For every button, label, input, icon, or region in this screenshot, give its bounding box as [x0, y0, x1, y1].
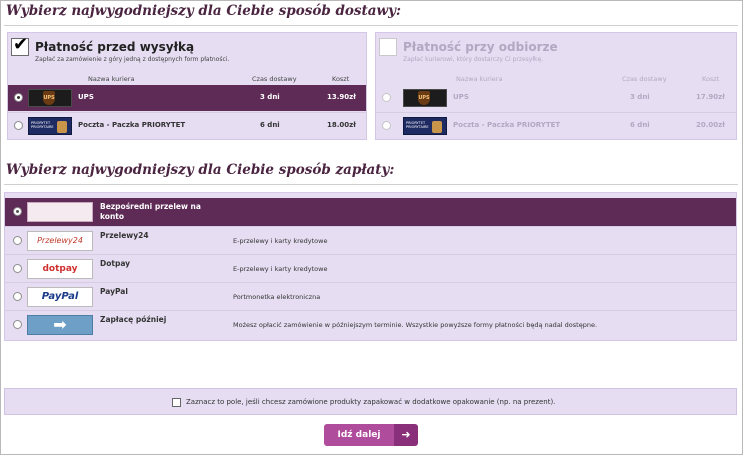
gift-panel: Zaznacz to pole, jeśli chcesz zamówione … — [4, 388, 737, 415]
courier-radio[interactable] — [382, 121, 391, 130]
cod-checkbox[interactable] — [379, 38, 397, 56]
payment-row-dotpay[interactable]: dotpay Dotpay E-przelewy i karty kredyto… — [5, 254, 736, 282]
courier-time: 6 dni — [260, 121, 280, 129]
payment-row-przelewy24[interactable]: Przelewy24 Przelewy24 E-przelewy i karty… — [5, 226, 736, 254]
courier-row-poczta[interactable]: PRIORYTET PRIORYTAIRE Poczta - Paczka PR… — [8, 112, 366, 138]
payment-desc: E-przelewy i karty kredytowe — [233, 265, 328, 273]
payment-desc: E-przelewy i karty kredytowe — [233, 237, 328, 245]
courier-name: UPS — [453, 93, 469, 101]
payment-desc: Możesz opłacić zamówienie w późniejszym … — [233, 321, 598, 329]
courier-radio[interactable] — [382, 93, 391, 102]
payment-divider — [4, 184, 738, 185]
courier-cost: 20.00zł — [696, 121, 725, 129]
payment-desc: Portmonetka elektroniczna — [233, 293, 321, 301]
payment-row-transfer[interactable]: Bezpośredni przelew na konto — [5, 198, 736, 226]
payment-panel: Bezpośredni przelew na konto Przelewy24 … — [4, 192, 737, 341]
payment-radio[interactable] — [13, 264, 22, 273]
cod-subtitle: Zapłać kurierowi, który dostarczy Ci prz… — [403, 56, 544, 63]
courier-cost: 13.90zł — [327, 93, 356, 101]
poczta-logo-icon: PRIORYTET PRIORYTAIRE — [28, 117, 72, 135]
gift-label: Zaznacz to pole, jeśli chcesz zamówione … — [186, 398, 556, 406]
payment-name: PayPal — [100, 287, 128, 296]
payment-radio[interactable] — [13, 320, 22, 329]
cod-panel: Płatność przy odbiorze Zapłać kurierowi,… — [375, 32, 737, 140]
courier-radio[interactable] — [14, 93, 23, 102]
prepaid-subtitle: Zapłać za zamówienie z góry jedną z dost… — [35, 56, 230, 63]
courier-row-ups[interactable]: UPS UPS 3 dni 13.90zł — [8, 85, 366, 111]
payment-row-paypal[interactable]: PayPal PayPal Portmonetka elektroniczna — [5, 282, 736, 310]
poczta-logo-icon: PRIORYTET PRIORYTAIRE — [403, 117, 447, 135]
paypal-logo-icon: PayPal — [27, 287, 93, 307]
courier-name: UPS — [78, 93, 94, 101]
delivery-divider — [4, 25, 738, 26]
col-courier: Nazwa kuriera — [456, 75, 503, 83]
arrow-right-icon: ➜ — [394, 424, 418, 446]
courier-radio[interactable] — [14, 121, 23, 130]
col-cost: Koszt — [332, 75, 350, 83]
courier-name: Poczta - Paczka PRIORYTET — [453, 121, 561, 129]
courier-cost: 18.00zł — [327, 121, 356, 129]
col-time: Czas dostawy — [622, 75, 667, 83]
courier-time: 3 dni — [260, 93, 280, 101]
col-courier: Nazwa kuriera — [88, 75, 135, 83]
next-button-label: Idź dalej — [324, 424, 394, 446]
gift-checkbox[interactable] — [172, 398, 181, 407]
przelewy24-logo-icon: Przelewy24 — [27, 231, 93, 251]
prepaid-title: Płatność przed wysyłką — [35, 40, 195, 54]
payment-name: Bezpośredni przelew na konto — [100, 202, 201, 221]
next-button[interactable]: Idź dalej ➜ — [324, 424, 418, 446]
arrow-right-icon: ➡ — [27, 315, 93, 335]
payment-row-later[interactable]: ➡ Zapłacę później Możesz opłacić zamówie… — [5, 310, 736, 338]
courier-name: Poczta - Paczka PRIORYTET — [78, 121, 186, 129]
cod-title: Płatność przy odbiorze — [403, 40, 558, 54]
courier-cost: 17.90zł — [696, 93, 725, 101]
courier-time: 3 dni — [630, 93, 650, 101]
payment-heading: Wybierz najwygodniejszy dla Ciebie sposó… — [6, 162, 395, 178]
payment-radio[interactable] — [13, 207, 22, 216]
prepaid-panel: ✔ Płatność przed wysyłką Zapłać za zamów… — [7, 32, 367, 140]
payment-name: Przelewy24 — [100, 231, 149, 240]
courier-row-poczta[interactable]: PRIORYTET PRIORYTAIRE Poczta - Paczka PR… — [376, 112, 736, 138]
courier-row-ups[interactable]: UPS UPS 3 dni 17.90zł — [376, 85, 736, 111]
col-cost: Koszt — [702, 75, 720, 83]
payment-radio[interactable] — [13, 236, 22, 245]
payment-name: Zapłacę później — [100, 315, 167, 324]
col-time: Czas dostawy — [252, 75, 297, 83]
courier-time: 6 dni — [630, 121, 650, 129]
delivery-heading: Wybierz najwygodniejszy dla Ciebie sposó… — [6, 3, 401, 19]
ups-logo-icon: UPS — [403, 89, 447, 107]
bank-transfer-logo-icon — [27, 202, 93, 222]
payment-radio[interactable] — [13, 292, 22, 301]
dotpay-logo-icon: dotpay — [27, 259, 93, 279]
payment-name: Dotpay — [100, 259, 131, 268]
ups-logo-icon: UPS — [28, 89, 72, 107]
checkmark-icon: ✔ — [13, 34, 29, 55]
prepaid-checkbox[interactable]: ✔ — [11, 34, 29, 56]
